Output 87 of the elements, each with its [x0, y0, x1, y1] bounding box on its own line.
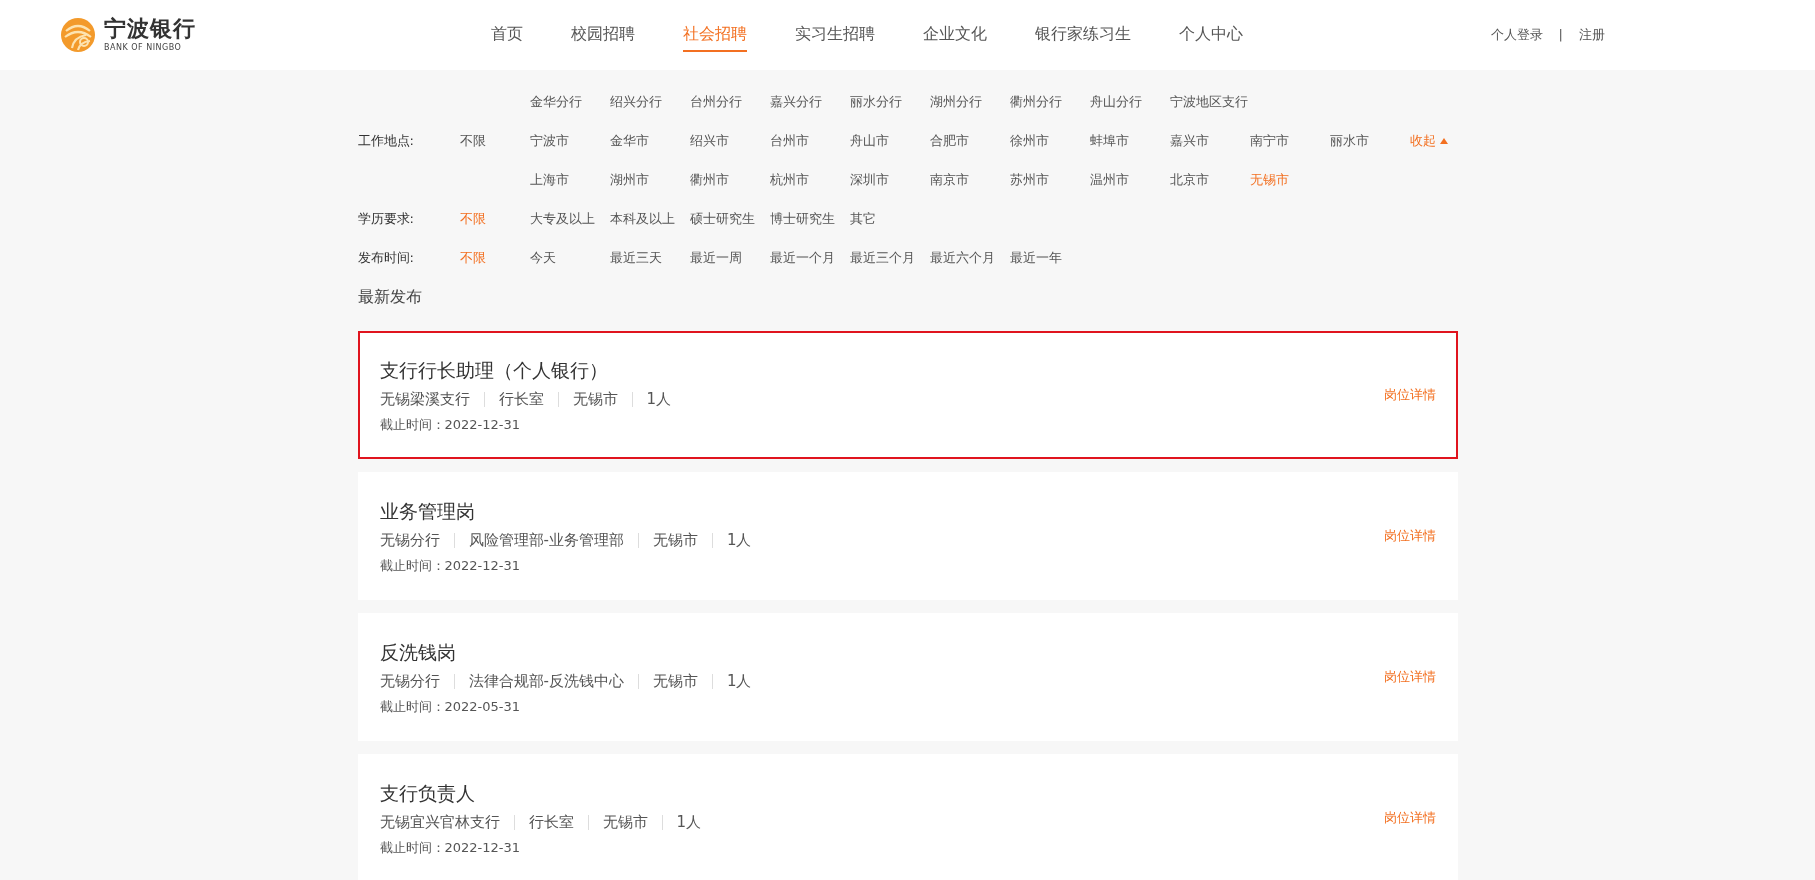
filter-label: 工作地点:	[357, 131, 415, 150]
job-title: 反洗钱岗	[379, 639, 457, 665]
nav-tab[interactable]: 首页	[491, 18, 523, 52]
section-title: 最新发布	[357, 286, 423, 308]
filter-label: 发布时间:	[357, 248, 415, 267]
job-card[interactable]: 支行行长助理（个人银行） 无锡梁溪支行 行长室 无锡市 1人 截止时间：2022-12-31 岗位详情	[357, 331, 1458, 459]
job-meta: 无锡梁溪支行	[379, 392, 471, 407]
filter-option[interactable]: 嘉兴市	[1169, 121, 1250, 160]
filter-option[interactable]: 嘉兴分行	[769, 82, 850, 121]
nav-tab[interactable]: 实习生招聘	[795, 18, 875, 52]
job-title: 支行行长助理（个人银行）	[379, 357, 609, 383]
filter-option[interactable]: 最近一个月	[769, 238, 850, 277]
job-meta: 无锡市	[637, 533, 712, 548]
nav-tab[interactable]: 个人中心	[1179, 18, 1243, 52]
filter-option[interactable]: 舟山市	[849, 121, 930, 160]
filter-option[interactable]: 深圳市	[849, 160, 930, 199]
filter-option[interactable]: 湖州分行	[929, 82, 1010, 121]
job-meta: 行长室	[513, 815, 588, 830]
nav-tab[interactable]: 银行家练习生	[1035, 18, 1131, 52]
filter-option[interactable]: 硕士研究生	[689, 199, 770, 238]
filter-option[interactable]: 本科及以上	[609, 199, 690, 238]
filter-option[interactable]: 金华分行	[529, 82, 610, 121]
filter-option[interactable]: 不限	[459, 130, 530, 151]
filter-option[interactable]: 舟山分行	[1089, 82, 1170, 121]
job-deadline: 截止时间：2022-12-31	[379, 839, 522, 857]
job-meta: 无锡市	[557, 392, 632, 407]
job-meta: 1人	[661, 815, 716, 830]
filter-option[interactable]: 南宁市	[1249, 121, 1330, 160]
login-link[interactable]: 个人登录	[1490, 25, 1543, 45]
logo-subtitle: BANK OF NINGBO	[104, 44, 183, 52]
filter-option[interactable]: 最近三天	[609, 238, 690, 277]
job-card[interactable]: 支行负责人 无锡宜兴官林支行 行长室 无锡市 1人 截止时间：2022-12-31 岗位详情	[357, 754, 1458, 880]
filter-option[interactable]: 丽水分行	[849, 82, 930, 121]
separator-text: |	[1558, 26, 1563, 45]
logo-text: 宁波银行	[104, 18, 196, 40]
job-card[interactable]: 反洗钱岗 无锡分行 法律合规部-反洗钱中心 无锡市 1人 截止时间：2022-05-31 岗位详情	[357, 613, 1458, 741]
job-meta: 1人	[631, 392, 686, 407]
filter-option[interactable]: 绍兴市	[689, 121, 770, 160]
job-meta: 无锡市	[637, 674, 712, 689]
filter-option[interactable]: 苏州市	[1009, 160, 1090, 199]
filter-option[interactable]: 湖州市	[609, 160, 690, 199]
nav-tab[interactable]: 企业文化	[923, 18, 987, 52]
logo-icon	[60, 17, 96, 53]
filter-option[interactable]: 博士研究生	[769, 199, 850, 238]
filter-option[interactable]: 金华市	[609, 121, 690, 160]
job-meta: 无锡分行	[379, 674, 441, 689]
job-deadline: 截止时间：2022-12-31	[379, 416, 522, 434]
filter-option[interactable]: 北京市	[1169, 160, 1250, 199]
filter-option[interactable]: 最近一年	[1009, 238, 1090, 277]
filter-option[interactable]: 宁波地区支行	[1169, 82, 1250, 121]
filter-option[interactable]: 蚌埠市	[1089, 121, 1170, 160]
filter-option[interactable]: 合肥市	[929, 121, 1010, 160]
filter-option[interactable]: 宁波市	[529, 121, 610, 160]
filter-option[interactable]: 台州分行	[689, 82, 770, 121]
job-meta: 风险管理部-业务管理部	[453, 533, 638, 548]
filter-label: 学历要求:	[357, 209, 415, 228]
filter-option[interactable]: 最近一周	[689, 238, 770, 277]
filter-option[interactable]: 最近六个月	[929, 238, 1010, 277]
filter-option[interactable]: 温州市	[1089, 160, 1170, 199]
register-link[interactable]: 注册	[1579, 25, 1605, 45]
job-meta: 1人	[711, 533, 766, 548]
filter-option[interactable]: 丽水市	[1329, 121, 1410, 160]
filter-option[interactable]: 其它	[849, 199, 930, 238]
filter-option[interactable]: 台州市	[769, 121, 850, 160]
filter-option[interactable]: 杭州市	[769, 160, 850, 199]
job-meta: 1人	[711, 674, 766, 689]
filter-option[interactable]: 南京市	[929, 160, 1010, 199]
filter-option[interactable]: 今天	[529, 238, 610, 277]
job-deadline: 截止时间：2022-12-31	[379, 557, 522, 575]
filter-option[interactable]: 大专及以上	[529, 199, 610, 238]
job-meta: 无锡市	[587, 815, 662, 830]
job-meta: 法律合规部-反洗钱中心	[453, 674, 638, 689]
filter-option[interactable]: 衢州市	[689, 160, 770, 199]
filter-option[interactable]: 最近三个月	[849, 238, 930, 277]
job-deadline: 截止时间：2022-05-31	[379, 698, 522, 716]
filter-option[interactable]: 绍兴分行	[609, 82, 690, 121]
nav-tab[interactable]: 校园招聘	[571, 18, 635, 52]
job-title: 业务管理岗	[379, 498, 476, 524]
caret-up-icon	[1439, 137, 1448, 144]
job-meta: 无锡分行	[379, 533, 441, 548]
filter-option[interactable]: 徐州市	[1009, 121, 1090, 160]
job-meta: 行长室	[483, 392, 558, 407]
job-meta: 无锡宜兴官林支行	[379, 815, 501, 830]
job-card[interactable]: 业务管理岗 无锡分行 风险管理部-业务管理部 无锡市 1人 截止时间：2022-12-31 岗位详情	[357, 472, 1458, 600]
filter-option[interactable]: 衢州分行	[1009, 82, 1090, 121]
filter-option[interactable]: 上海市	[529, 160, 610, 199]
job-title: 支行负责人	[379, 780, 476, 806]
